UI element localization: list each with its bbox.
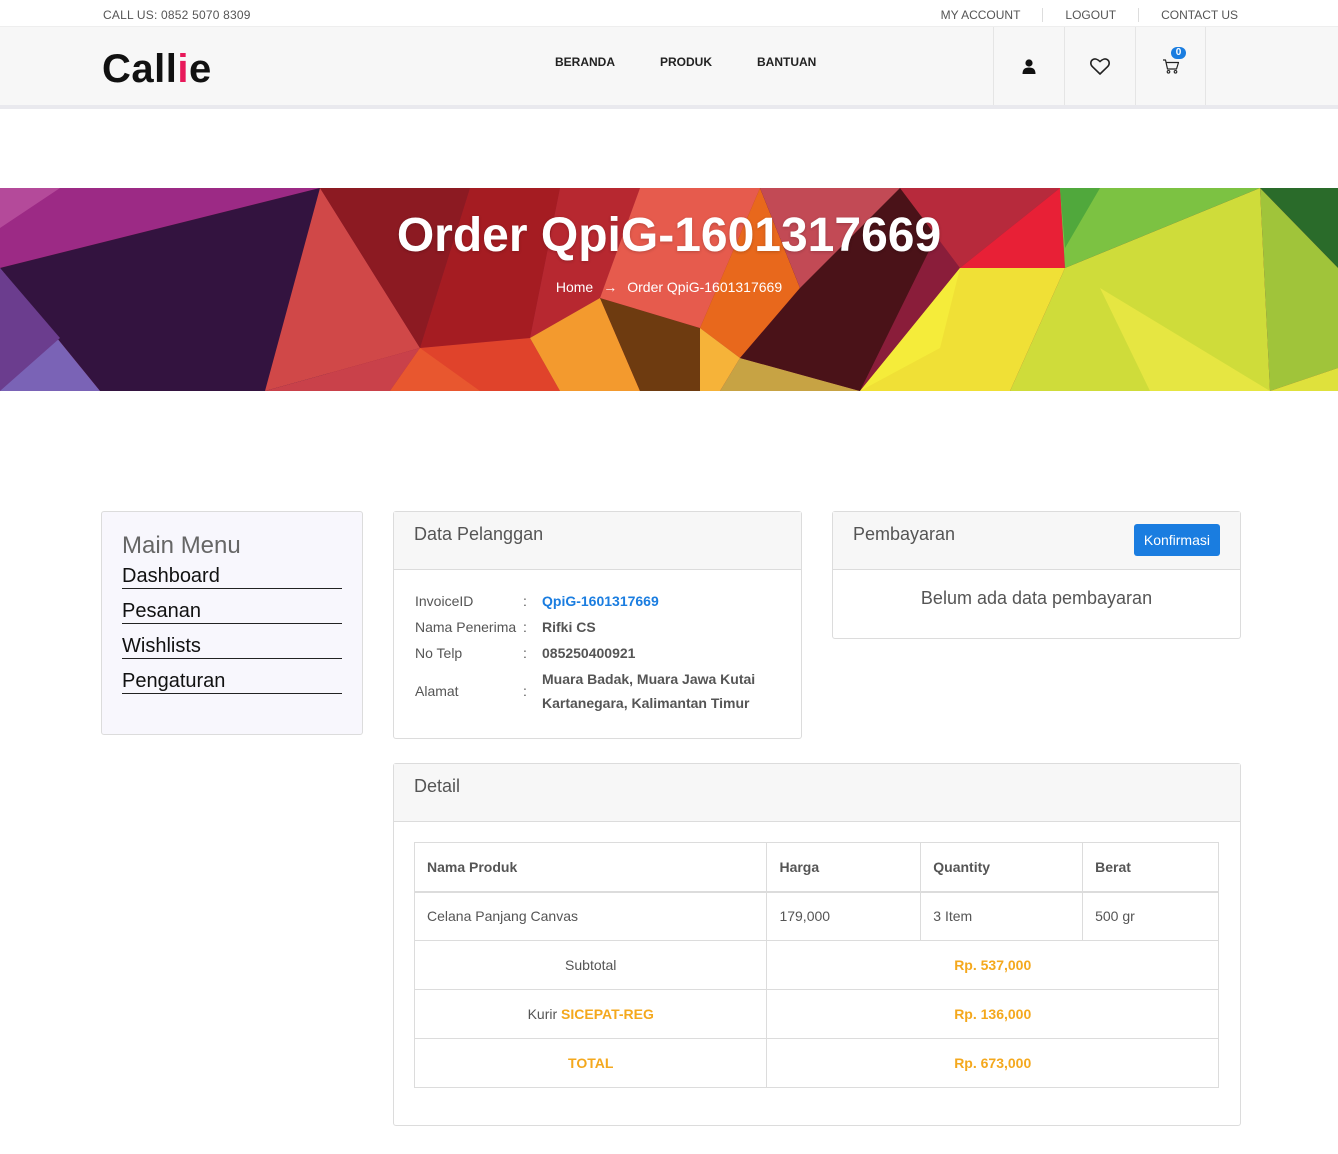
- courier-name: SICEPAT-REG: [561, 1006, 654, 1022]
- product-qty: 3 Item: [920, 891, 1084, 941]
- heart-icon: [1090, 57, 1110, 75]
- invoice-id-link[interactable]: QpiG-1601317669: [542, 588, 762, 614]
- page-title: Order QpiG-1601317669: [396, 209, 942, 262]
- konfirmasi-button[interactable]: Konfirmasi: [1133, 524, 1220, 556]
- total-row: TOTAL Rp. 673,000: [413, 1038, 1219, 1088]
- table-row: Celana Panjang Canvas 179,000 3 Item 500…: [413, 891, 1219, 941]
- payment-empty-text: Belum ada data pembayaran: [920, 588, 1153, 608]
- product-name: Celana Panjang Canvas: [413, 891, 768, 941]
- payment-card-title: Pembayaran: [853, 524, 956, 544]
- user-button[interactable]: [993, 27, 1064, 105]
- info-row-phone: No Telp : 085250400921: [415, 645, 636, 661]
- col-harga: Harga: [766, 842, 922, 893]
- payment-card: Pembayaran Konfirmasi Belum ada data pem…: [832, 511, 1241, 639]
- courier-value: Rp. 136,000: [766, 989, 1219, 1039]
- breadcrumb-home[interactable]: Home: [556, 279, 593, 295]
- customer-card: Data Pelanggan InvoiceID : QpiG-16013176…: [393, 511, 802, 739]
- sidebar-item-pesanan[interactable]: Pesanan: [122, 599, 342, 624]
- subtotal-value: Rp. 537,000: [766, 940, 1219, 990]
- courier-label: Kurir: [527, 1006, 558, 1022]
- payment-card-header: Pembayaran Konfirmasi: [833, 512, 1240, 570]
- courier-cell: Kurir SICEPAT-REG: [413, 989, 768, 1039]
- total-label: TOTAL: [413, 1038, 768, 1088]
- detail-card: Detail Nama Produk Harga Quantity Berat …: [393, 763, 1241, 1126]
- col-nama-produk: Nama Produk: [413, 842, 768, 893]
- col-berat: Berat: [1082, 842, 1219, 893]
- hero-banner: Order QpiG-1601317669 Home → Order QpiG-16…: [0, 188, 1338, 391]
- my-account-link[interactable]: MY ACCOUNT: [919, 8, 1043, 22]
- info-row-invoice: InvoiceID : QpiG-1601317669: [415, 588, 780, 614]
- sidebar-title: Main Menu: [122, 532, 241, 559]
- nav-produk[interactable]: PRODUK: [660, 55, 712, 69]
- site-header: Callie BERANDA PRODUK BANTUAN 0: [0, 27, 1338, 109]
- wishlist-button[interactable]: [1064, 27, 1135, 105]
- subtotal-label: Subtotal: [413, 940, 768, 990]
- nav-beranda[interactable]: BERANDA: [555, 55, 615, 69]
- arrow-right-icon: →: [603, 279, 618, 295]
- courier-row: Kurir SICEPAT-REG Rp. 136,000: [413, 989, 1219, 1039]
- top-bar: CALL US: 0852 5070 8309 MY ACCOUNT LOGOU…: [0, 0, 1338, 27]
- sidebar-item-pengaturan[interactable]: Pengaturan: [122, 669, 342, 694]
- logout-link[interactable]: LOGOUT: [1042, 8, 1138, 22]
- subtotal-row: Subtotal Rp. 537,000: [413, 940, 1219, 990]
- cart-icon: [1162, 59, 1179, 74]
- header-icons: 0: [993, 27, 1206, 105]
- nav-bantuan[interactable]: BANTUAN: [757, 55, 816, 69]
- order-detail-table: Nama Produk Harga Quantity Berat Celana …: [413, 842, 1219, 1088]
- col-quantity: Quantity: [920, 842, 1084, 893]
- logo[interactable]: Callie: [102, 47, 212, 92]
- info-row-address: Alamat : Muara Badak, Muara Jawa Kutai K…: [415, 671, 756, 711]
- customer-info: InvoiceID : QpiG-1601317669 Nama Penerim…: [394, 570, 801, 733]
- user-icon: [1022, 58, 1036, 74]
- breadcrumb: Home → Order QpiG-1601317669: [0, 279, 1338, 295]
- sidebar-item-dashboard[interactable]: Dashboard: [122, 564, 342, 589]
- cart-button[interactable]: 0: [1135, 27, 1206, 105]
- contact-us-link[interactable]: CONTACT US: [1138, 8, 1238, 22]
- total-value: Rp. 673,000: [766, 1038, 1219, 1088]
- customer-card-title: Data Pelanggan: [394, 512, 801, 570]
- product-price: 179,000: [766, 891, 922, 941]
- table-header-row: Nama Produk Harga Quantity Berat: [413, 842, 1219, 893]
- sidebar-menu: Main Menu Dashboard Pesanan Wishlists Pe…: [101, 511, 363, 735]
- cart-count-badge: 0: [1171, 47, 1186, 59]
- breadcrumb-current: Order QpiG-1601317669: [627, 279, 783, 295]
- product-weight: 500 gr: [1082, 891, 1219, 941]
- detail-card-title: Detail: [394, 764, 1240, 822]
- main-nav: BERANDA PRODUK BANTUAN: [555, 55, 861, 69]
- top-links: MY ACCOUNT LOGOUT CONTACT US: [919, 8, 1238, 22]
- info-row-name: Nama Penerima : Rifki CS: [415, 619, 596, 635]
- sidebar-item-wishlists[interactable]: Wishlists: [122, 634, 342, 659]
- phone-text: CALL US: 0852 5070 8309: [103, 8, 251, 22]
